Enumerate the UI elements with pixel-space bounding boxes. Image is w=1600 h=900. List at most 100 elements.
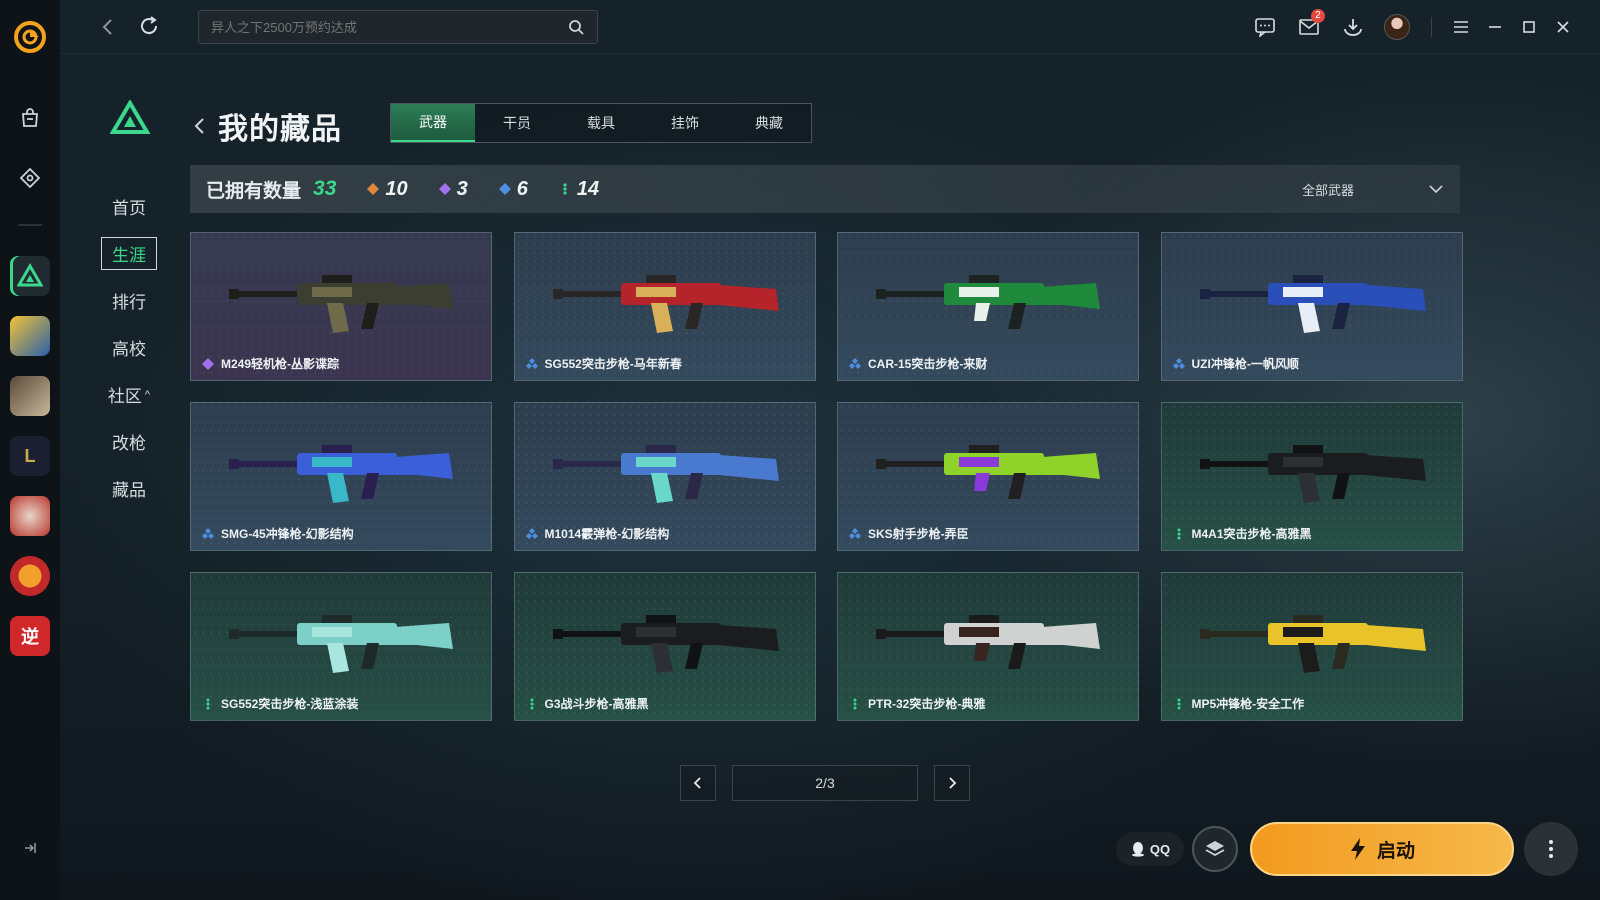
chevron-left-icon: [693, 777, 701, 789]
weapon-caption: M4A1突击步枪-高雅黑: [1172, 525, 1312, 542]
menu-icon[interactable]: [1444, 12, 1478, 42]
game-icon-5[interactable]: [10, 496, 50, 536]
weapon-card[interactable]: CAR-15突击步枪-来财: [837, 232, 1139, 381]
tab[interactable]: 挂饰: [643, 104, 727, 142]
rarity-purple-icon: [202, 357, 214, 370]
refresh-icon[interactable]: [137, 14, 161, 38]
more-options-button[interactable]: [1524, 822, 1578, 876]
weapon-name: M1014霰弹枪-幻影结构: [544, 527, 670, 541]
rarity-green-icon: [1177, 528, 1180, 539]
back-arrow-icon[interactable]: [96, 15, 120, 39]
weapon-name: CAR-15突击步枪-来财: [868, 357, 988, 371]
weapon-image: [1199, 275, 1426, 333]
rarity-green-icon: [530, 698, 533, 709]
weapon-card[interactable]: M4A1突击步枪-高雅黑: [1160, 402, 1463, 551]
search-input[interactable]: [211, 19, 567, 35]
game-delta-force-icon[interactable]: [10, 256, 50, 296]
weapon-image: [876, 615, 1100, 669]
weapon-name: M4A1突击步枪-高雅黑: [1191, 527, 1312, 541]
mail-badge: 2: [1311, 9, 1325, 23]
qq-penguin-icon: [1131, 842, 1144, 857]
qq-label: QQ: [1149, 841, 1171, 857]
maximize-icon[interactable]: [1512, 12, 1546, 42]
weapon-name: SKS射手步枪-弄臣: [868, 527, 969, 541]
rarity-green-icon: [1177, 698, 1180, 709]
weapon-card[interactable]: G3战斗步枪-高雅黑: [513, 572, 816, 721]
minimize-icon[interactable]: [1478, 12, 1512, 42]
mail-icon[interactable]: 2: [1287, 9, 1331, 42]
sidebar-item[interactable]: 首页: [96, 183, 162, 230]
rarity-count-value: 3: [456, 177, 468, 200]
app-logo-icon[interactable]: [13, 20, 47, 54]
weapon-filter-label: 全部武器: [1301, 182, 1354, 198]
weapon-card[interactable]: UZI冲锋枪-一帆风顺: [1160, 232, 1463, 381]
weapon-card[interactable]: MP5冲锋枪-安全工作: [1160, 572, 1463, 721]
rarity-blue-icon: [202, 527, 214, 539]
prev-page-button[interactable]: [680, 765, 716, 801]
game-icon-2[interactable]: [10, 316, 50, 356]
game-icon-3[interactable]: [10, 376, 50, 416]
weapon-card[interactable]: M249轻机枪-丛影谍踪: [190, 232, 492, 381]
game-icon-7[interactable]: 逆: [10, 616, 50, 656]
weapon-card[interactable]: SMG-45冲锋枪-幻影结构: [190, 402, 492, 551]
weapon-caption: SMG-45冲锋枪-幻影结构: [201, 525, 354, 542]
delta-force-logo-icon: [109, 99, 151, 134]
weapon-card[interactable]: SG552突击步枪-浅蓝涂装: [190, 572, 492, 721]
page-indicator: 2/3: [732, 765, 918, 801]
tab[interactable]: 武器: [391, 104, 475, 142]
collapse-sidebar-icon[interactable]: [18, 836, 42, 860]
weapon-filter-dropdown[interactable]: 全部武器: [1302, 165, 1444, 213]
chat-icon[interactable]: [1243, 12, 1287, 42]
layers-button[interactable]: [1192, 826, 1238, 872]
qq-login-button[interactable]: QQ: [1116, 832, 1184, 866]
sidebar-item[interactable]: 高校: [96, 324, 162, 371]
download-icon[interactable]: [1331, 12, 1375, 42]
weapon-caption: SG552突击步枪-浅蓝涂装: [201, 695, 358, 712]
lightning-icon: [1350, 838, 1365, 860]
sidebar-item[interactable]: 藏品: [96, 465, 162, 512]
sidebar-item-label: 高校: [112, 340, 146, 359]
weapon-card[interactable]: SG552突击步枪-马年新春: [513, 232, 816, 381]
launch-button[interactable]: 启动: [1250, 822, 1514, 876]
weapon-image: [1199, 615, 1426, 673]
weapon-caption: SG552突击步枪-马年新春: [525, 355, 682, 372]
sidebar-item[interactable]: 排行: [96, 277, 162, 324]
discover-tag-icon[interactable]: [10, 158, 50, 198]
weapon-image: [229, 445, 453, 503]
weapon-name: PTR-32突击步枪-典雅: [868, 697, 986, 711]
collection-grid: M249轻机枪-丛影谍踪 SG552突击步枪-马年新春 CAR-15突击步枪-来财 U…: [190, 232, 1463, 721]
rarity-count-value: 6: [516, 177, 528, 200]
tab[interactable]: 典藏: [727, 104, 811, 142]
search-icon[interactable]: [567, 18, 585, 36]
back-chevron-icon[interactable]: [190, 116, 210, 136]
rarity-count: 6: [498, 178, 528, 201]
weapon-caption: G3战斗步枪-高雅黑: [525, 695, 649, 712]
rarity-count-value: 10: [385, 177, 408, 200]
rarity-blue-icon: [849, 527, 861, 539]
chevron-down-icon: [1429, 185, 1443, 194]
next-page-button[interactable]: [934, 765, 970, 801]
weapon-image: [552, 275, 779, 333]
close-icon[interactable]: [1546, 12, 1580, 42]
sidebar-item-label: 生涯: [101, 237, 157, 270]
tab[interactable]: 载具: [559, 104, 643, 142]
weapon-card[interactable]: SKS射手步枪-弄臣: [837, 402, 1139, 551]
top-bar: 2: [60, 0, 1600, 54]
rarity-breakdown: 10 3 6 14: [336, 178, 599, 201]
store-bag-icon[interactable]: [10, 98, 50, 138]
game-sidebar: 首页生涯排行高校社区 ^ 改枪藏品: [96, 99, 166, 512]
game-crossfire-icon[interactable]: [10, 556, 50, 596]
sidebar-item[interactable]: 改枪: [96, 418, 162, 465]
game-league-icon[interactable]: L: [10, 436, 50, 476]
sidebar-item[interactable]: 社区 ^: [96, 371, 162, 418]
weapon-image: [1199, 445, 1426, 503]
dots-green-icon: [563, 183, 567, 195]
rarity-count: 14: [558, 178, 599, 201]
weapon-image: [876, 445, 1100, 499]
tab[interactable]: 干员: [475, 104, 559, 142]
sidebar-item-label: 藏品: [112, 481, 146, 500]
sidebar-item[interactable]: 生涯: [96, 230, 162, 277]
weapon-card[interactable]: PTR-32突击步枪-典雅: [837, 572, 1139, 721]
weapon-card[interactable]: M1014霰弹枪-幻影结构: [513, 402, 816, 551]
user-avatar[interactable]: [1375, 12, 1419, 42]
